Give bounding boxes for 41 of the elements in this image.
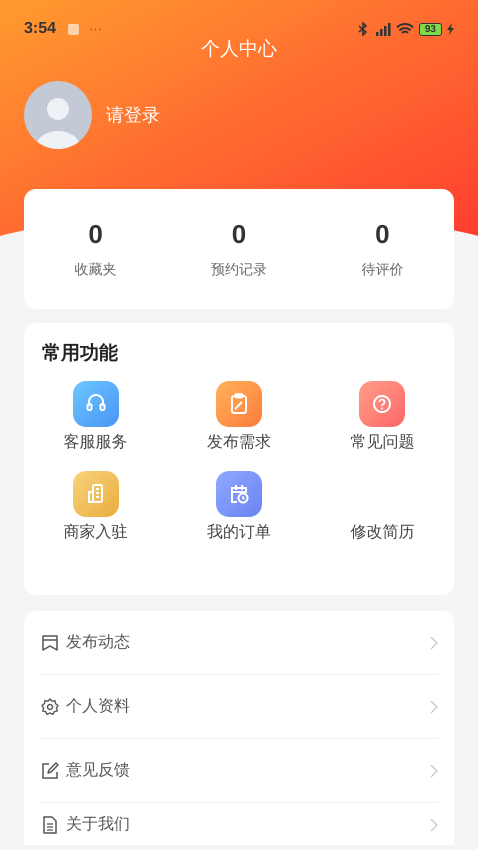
- notification-icon: [68, 24, 80, 34]
- settings-icon: [40, 696, 60, 716]
- chevron-right-icon: [430, 636, 438, 650]
- wifi-icon: [396, 22, 414, 36]
- charging-icon: [447, 23, 454, 35]
- stat-value[interactable]: 0: [88, 218, 103, 248]
- clipboard-icon[interactable]: [216, 381, 262, 427]
- bookmark-icon: [40, 632, 60, 652]
- menu-item[interactable]: 意见反馈: [40, 739, 438, 803]
- menu-label: 关于我们: [66, 814, 131, 835]
- bluetooth-icon: [358, 22, 368, 36]
- menu-label: 发布动态: [66, 632, 131, 652]
- question-icon[interactable]: [359, 381, 406, 427]
- more-indicator: ···: [89, 20, 102, 38]
- menu-item[interactable]: 关于我们: [40, 803, 438, 843]
- menu-label: 意见反馈: [66, 760, 131, 780]
- section-title: 常用功能: [41, 342, 119, 366]
- stat-label[interactable]: 待评价: [361, 258, 404, 280]
- status-time: 3:54: [24, 19, 56, 39]
- stat-label[interactable]: 收藏夹: [74, 258, 117, 280]
- function-label[interactable]: 客服服务: [64, 431, 128, 455]
- function-label[interactable]: 我的订单: [206, 521, 271, 545]
- function-label[interactable]: 修改简历: [350, 521, 414, 545]
- function-label[interactable]: 发布需求: [206, 431, 271, 455]
- chevron-right-icon: [430, 700, 438, 714]
- avatar-icon[interactable]: [24, 81, 92, 149]
- menu-item[interactable]: 个人资料: [40, 675, 438, 739]
- function-label[interactable]: 常见问题: [350, 431, 414, 455]
- page-title: 个人中心: [200, 38, 278, 62]
- stat-value[interactable]: 0: [375, 218, 390, 248]
- chevron-right-icon: [430, 764, 438, 778]
- menu-item[interactable]: 发布动态: [40, 611, 438, 675]
- function-label[interactable]: 商家入驻: [64, 521, 128, 545]
- stat-value[interactable]: 0: [232, 218, 246, 248]
- chevron-right-icon: [430, 818, 438, 832]
- headset-icon[interactable]: [72, 381, 119, 427]
- menu-label: 个人资料: [66, 696, 131, 716]
- edit-icon: [40, 760, 60, 780]
- building-icon[interactable]: [72, 471, 119, 517]
- calendar-icon[interactable]: [216, 471, 262, 517]
- stat-label[interactable]: 预约记录: [210, 258, 267, 280]
